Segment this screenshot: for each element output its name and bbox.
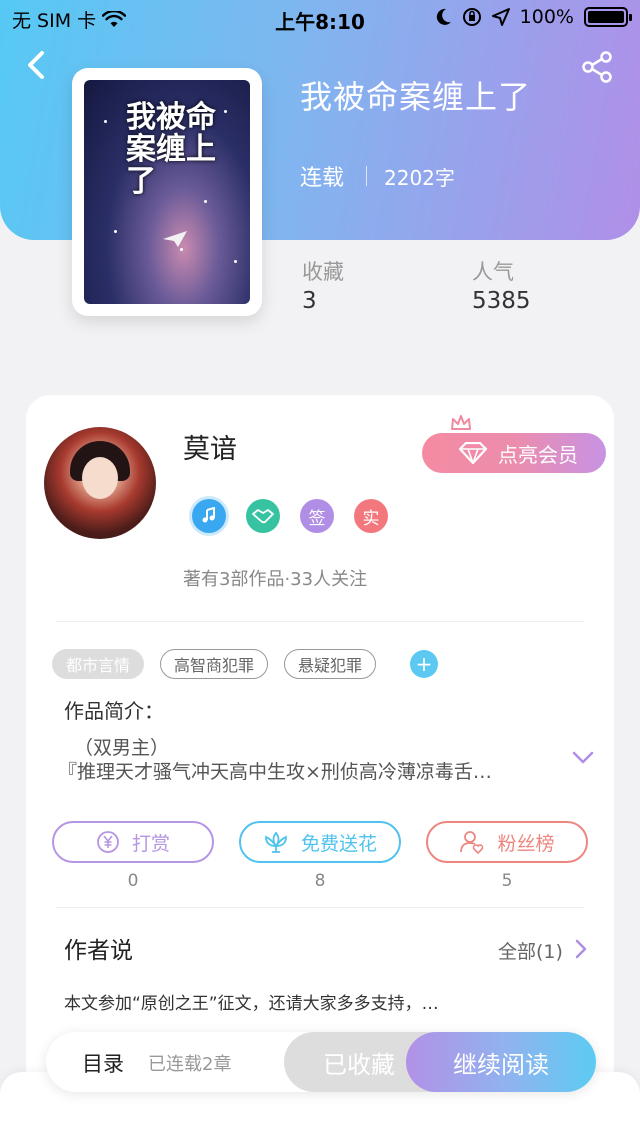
share-button[interactable] bbox=[580, 50, 614, 84]
book-status: 连载 bbox=[300, 166, 345, 191]
tip-button[interactable]: 打赏 bbox=[52, 821, 214, 863]
author-card: 莫谙 点亮会员 签 实 著有3部作品·33人关注 都市言情 高智商犯罪 悬疑犯罪… bbox=[26, 395, 614, 1095]
crown-icon bbox=[451, 415, 471, 430]
tag-item[interactable]: 都市言情 bbox=[52, 649, 145, 679]
author-badges: 签 实 bbox=[192, 499, 388, 533]
vip-button-label: 点亮会员 bbox=[498, 442, 578, 467]
cover-artwork: 我被命案缠上了 bbox=[84, 80, 250, 304]
book-word-count: 2202字 bbox=[384, 166, 455, 190]
fans-rank-label: 粉丝榜 bbox=[497, 832, 555, 855]
fans-count: 5 bbox=[501, 871, 513, 891]
orientation-lock-icon bbox=[462, 8, 481, 26]
author-say-text: 本文参加“原创之王”征文，还请大家多多支持，… bbox=[64, 994, 439, 1014]
share-icon bbox=[582, 51, 612, 83]
flower-count: 8 bbox=[314, 871, 326, 891]
author-avatar[interactable] bbox=[44, 427, 156, 539]
intro-title: 作品简介： bbox=[64, 699, 164, 723]
popularity-label: 人气 bbox=[472, 260, 514, 284]
chevron-left-icon bbox=[28, 51, 44, 79]
fans-rank-button[interactable]: 粉丝榜 bbox=[426, 821, 588, 863]
status-bar: 无 SIM 卡 上午8:10 100% bbox=[0, 0, 640, 36]
yen-coin-icon bbox=[97, 831, 119, 853]
toc-status[interactable]: 已连载2章 bbox=[148, 1050, 231, 1076]
toc-button[interactable]: 目录 bbox=[82, 1048, 124, 1078]
location-icon bbox=[491, 8, 510, 26]
battery-icon bbox=[584, 7, 632, 27]
tip-label: 打赏 bbox=[131, 832, 170, 855]
tip-count: 0 bbox=[127, 871, 139, 891]
lotus-icon bbox=[265, 831, 287, 853]
tag-list: 都市言情 高智商犯罪 悬疑犯罪 + bbox=[52, 649, 439, 679]
cover-title-art: 我被命案缠上了 bbox=[126, 100, 216, 199]
add-tag-button[interactable]: + bbox=[410, 650, 439, 678]
intro-text-line2: 『推理天才骚气冲天高中生攻×刑侦高冷薄凉毒舌… bbox=[58, 761, 492, 783]
diamond-icon bbox=[458, 442, 488, 464]
tag-item[interactable]: 悬疑犯罪 bbox=[284, 649, 377, 679]
continue-reading-button[interactable]: 继续阅读 bbox=[406, 1032, 596, 1092]
author-say-title: 作者说 bbox=[64, 938, 133, 964]
favorites-label: 收藏 bbox=[302, 260, 344, 284]
tag-item[interactable]: 高智商犯罪 bbox=[160, 649, 269, 679]
music-note-icon[interactable] bbox=[192, 499, 226, 533]
author-meta: 著有3部作品·33人关注 bbox=[183, 569, 368, 590]
fans-icon bbox=[460, 831, 484, 855]
moon-icon bbox=[436, 8, 451, 25]
author-name[interactable]: 莫谙 bbox=[183, 427, 237, 466]
intro-text-line1: （双男主） bbox=[74, 737, 170, 759]
send-flower-button[interactable]: 免费送花 bbox=[239, 821, 401, 863]
vip-button[interactable]: 点亮会员 bbox=[422, 433, 606, 473]
signed-badge[interactable]: 签 bbox=[300, 499, 334, 533]
divider bbox=[56, 621, 584, 622]
favorites-count: 3 bbox=[302, 288, 317, 314]
battery-percent: 100% bbox=[519, 6, 574, 28]
paper-plane-icon bbox=[163, 231, 187, 247]
bottom-action-bar: 目录 已连载2章 已收藏 继续阅读 bbox=[46, 1032, 596, 1092]
divider bbox=[56, 907, 584, 908]
status-divider bbox=[366, 166, 367, 186]
chevron-right-icon[interactable] bbox=[574, 939, 588, 959]
book-title: 我被命案缠上了 bbox=[300, 78, 532, 116]
handshake-icon[interactable] bbox=[246, 499, 280, 533]
author-say-all-link[interactable]: 全部(1) bbox=[498, 937, 563, 964]
chevron-down-icon[interactable] bbox=[572, 751, 594, 765]
book-cover[interactable]: 我被命案缠上了 bbox=[72, 68, 262, 316]
verified-badge[interactable]: 实 bbox=[354, 499, 388, 533]
back-button[interactable] bbox=[22, 48, 52, 82]
popularity-count: 5385 bbox=[472, 288, 531, 314]
send-flower-label: 免费送花 bbox=[300, 832, 377, 855]
